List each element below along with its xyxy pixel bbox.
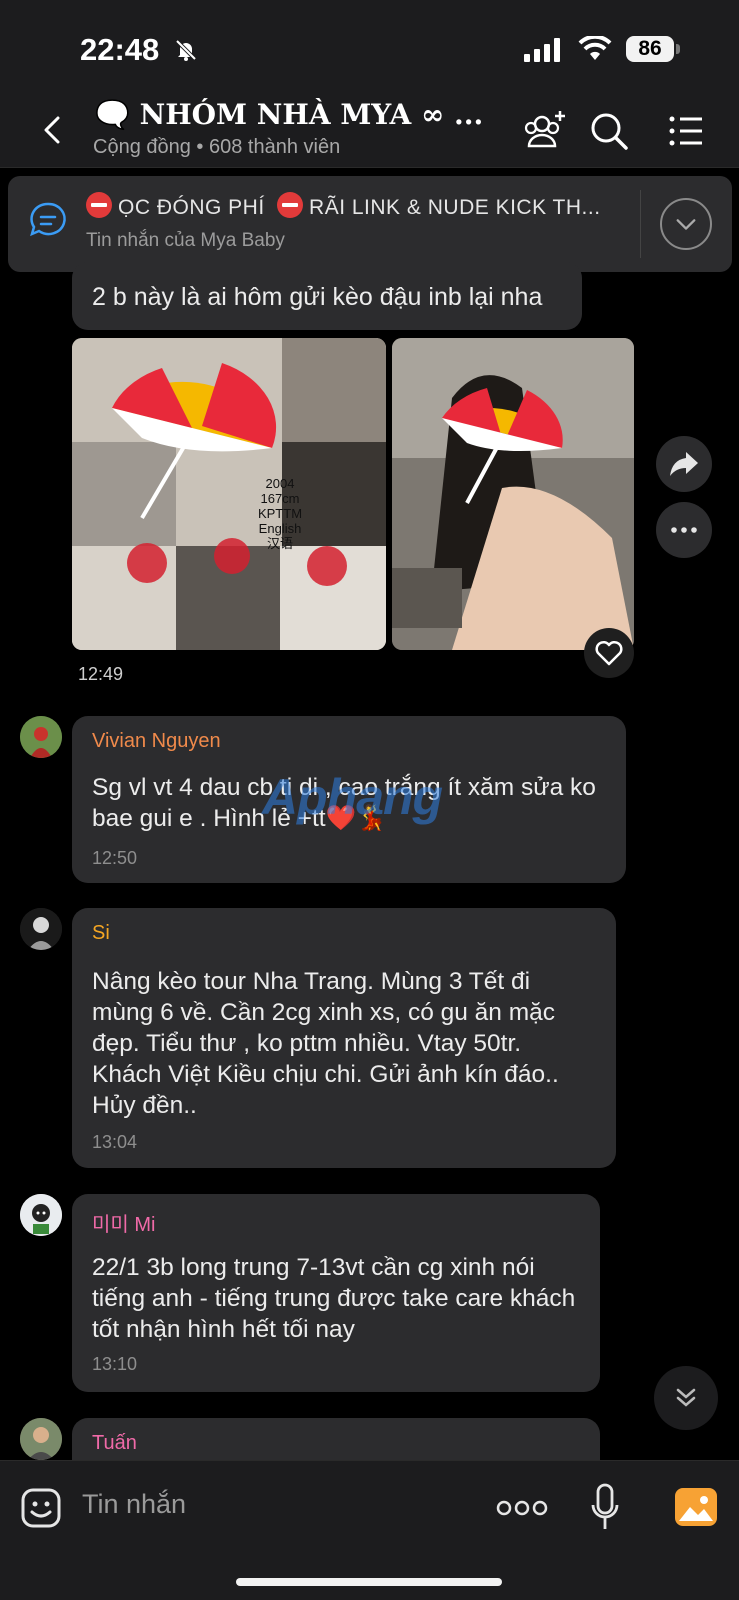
battery-tip: [676, 44, 680, 54]
status-bar: 22:48 86: [0, 0, 739, 96]
pinned-message-text: ỌC ĐÓNG PHÍ RÃI LINK & NUDE KICK TH...: [86, 192, 626, 220]
message-text: 2 b này là ai hôm gửi kèo đậu inb lại nh…: [92, 283, 543, 311]
sticker-icon[interactable]: [20, 1487, 62, 1529]
pinned-divider: [640, 190, 641, 258]
sender-name[interactable]: 미미 Mi: [92, 1208, 155, 1237]
message-input-field[interactable]: Tin nhắn: [82, 1489, 186, 1520]
photo-image: [392, 338, 634, 650]
wifi-icon: [578, 36, 612, 60]
bell-muted-icon: [175, 39, 197, 61]
chevron-down-icon[interactable]: [660, 198, 712, 250]
scroll-to-bottom-button[interactable]: [654, 1366, 718, 1430]
message-bubble[interactable]: Si Nâng kèo tour Nha Trang. Mùng 3 Tết đ…: [72, 908, 616, 1168]
avatar-image: [20, 908, 62, 950]
like-button[interactable]: [584, 628, 634, 678]
sender-name[interactable]: Tuấn: [92, 1432, 137, 1455]
sender-name[interactable]: Si: [92, 922, 110, 945]
chat-bubble-icon: [30, 202, 66, 237]
group-subtitle: Cộng đồng • 608 thành viên: [93, 136, 341, 158]
more-dots-icon: [671, 527, 697, 533]
avatar[interactable]: [20, 716, 62, 758]
avatar-image: [20, 1418, 62, 1460]
share-arrow-icon: [670, 452, 698, 476]
menu-list-icon[interactable]: [664, 108, 710, 154]
cellular-signal-icon: [524, 38, 560, 62]
no-entry-icon: [86, 192, 112, 218]
battery-indicator: 86: [626, 36, 674, 62]
avatar[interactable]: [20, 1418, 62, 1460]
heart-icon: [595, 640, 623, 666]
message-text: 22/1 3b long trung 7-13vt cần cg xinh nó…: [92, 1254, 576, 1343]
avatar[interactable]: [20, 908, 62, 950]
home-indicator: [236, 1578, 502, 1586]
image-gallery-icon[interactable]: [674, 1487, 718, 1527]
message-text: Nâng kèo tour Nha Trang. Mùng 3 Tết đi m…: [92, 968, 559, 1119]
no-entry-icon: [277, 192, 304, 218]
message-bubble[interactable]: 2 b này là ai hôm gửi kèo đậu inb lại nh…: [72, 262, 582, 330]
sender-name[interactable]: Vivian Nguyen: [92, 730, 221, 753]
photo-text-line: English: [258, 521, 302, 536]
message-timestamp: 12:49: [78, 664, 124, 684]
photo-text-line: KPTTM: [257, 506, 303, 521]
search-icon[interactable]: [586, 108, 632, 154]
watermark: Aphang: [262, 769, 443, 825]
photo-text-line: 2004: [265, 476, 295, 491]
avatar-image: [20, 1194, 62, 1236]
chat-header: 🗨️ NHÓM NHÀ MYA ∞ ... Cộng đồng • 608 th…: [0, 96, 739, 168]
photo-text-line: 167cm: [260, 491, 300, 506]
message-timestamp: 12:50: [92, 848, 138, 868]
double-chevron-down-icon: [676, 1388, 696, 1407]
more-options-button[interactable]: [656, 502, 712, 558]
message-bubble[interactable]: 미미 Mi 22/1 3b long trung 7-13vt cần cg x…: [72, 1194, 600, 1392]
photo-collage-image: [72, 338, 386, 650]
pinned-text-part1: ỌC ĐÓNG PHÍ: [118, 196, 265, 219]
group-title[interactable]: 🗨️ NHÓM NHÀ MYA ∞ ...: [95, 98, 485, 131]
photo-text-overlay: 2004 167cm KPTTM English 汉语: [250, 476, 310, 551]
forward-button[interactable]: [656, 436, 712, 492]
pinned-message-author: Tin nhắn của Mya Baby: [86, 230, 285, 251]
photo-text-line: 汉语: [266, 536, 293, 551]
message-photo-collage[interactable]: 2004 167cm KPTTM English 汉语: [72, 338, 386, 650]
avatar[interactable]: [20, 1194, 62, 1236]
more-horizontal-icon[interactable]: [496, 1495, 548, 1521]
microphone-icon[interactable]: [590, 1483, 620, 1533]
back-arrow-icon[interactable]: [34, 110, 74, 150]
message-photo[interactable]: [392, 338, 634, 650]
message-timestamp: 13:10: [92, 1354, 138, 1374]
avatar-image: [20, 716, 62, 758]
pinned-text-part2: RÃI LINK & NUDE KICK TH...: [309, 196, 601, 219]
pinned-message-banner[interactable]: ỌC ĐÓNG PHÍ RÃI LINK & NUDE KICK TH... T…: [8, 176, 732, 272]
add-member-icon[interactable]: [522, 108, 568, 154]
status-time: 22:48: [80, 32, 160, 67]
message-timestamp: 13:04: [92, 1132, 138, 1152]
